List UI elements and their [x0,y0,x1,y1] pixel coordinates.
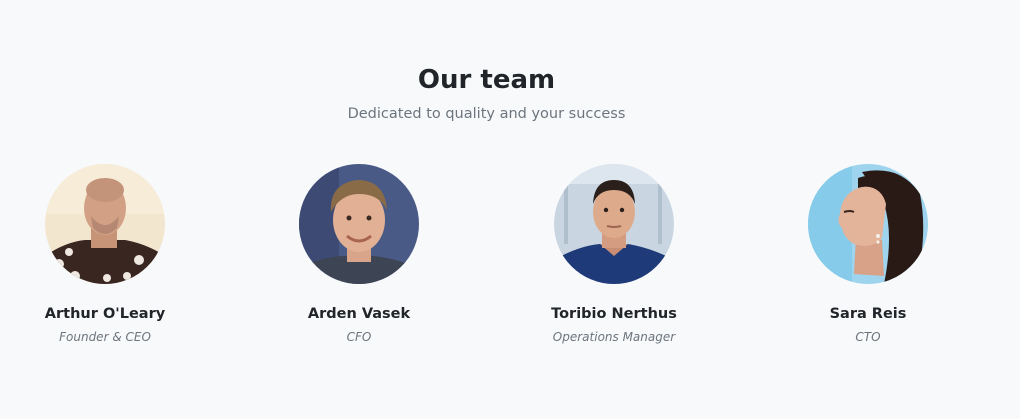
section-subtitle: Dedicated to quality and your success [347,106,626,122]
member-name: Arthur O'Leary [44,306,166,322]
member-role: Founder & CEO [59,330,151,344]
member-role: Operations Manager [552,330,676,344]
team-section: Our team Dedicated to quality and your s… [0,0,1020,419]
team-member-card: Toribio Nerthus Operations Manager [514,164,714,345]
member-name: Sara Reis [829,306,907,322]
member-role: CFO [346,330,372,344]
section-title: Our team [417,65,556,95]
team-member-card: Arthur O'Leary Founder & CEO [5,164,205,345]
avatar-arden [299,164,419,284]
team-member-card: Sara Reis CTO [768,164,968,345]
avatar-toribio [554,164,674,284]
member-name: Toribio Nerthus [551,306,677,322]
avatar-arthur [45,164,165,284]
member-role: CTO [855,330,881,344]
avatar-sara [808,164,928,284]
member-name: Arden Vasek [307,306,411,322]
team-member-card: Arden Vasek CFO [259,164,459,345]
